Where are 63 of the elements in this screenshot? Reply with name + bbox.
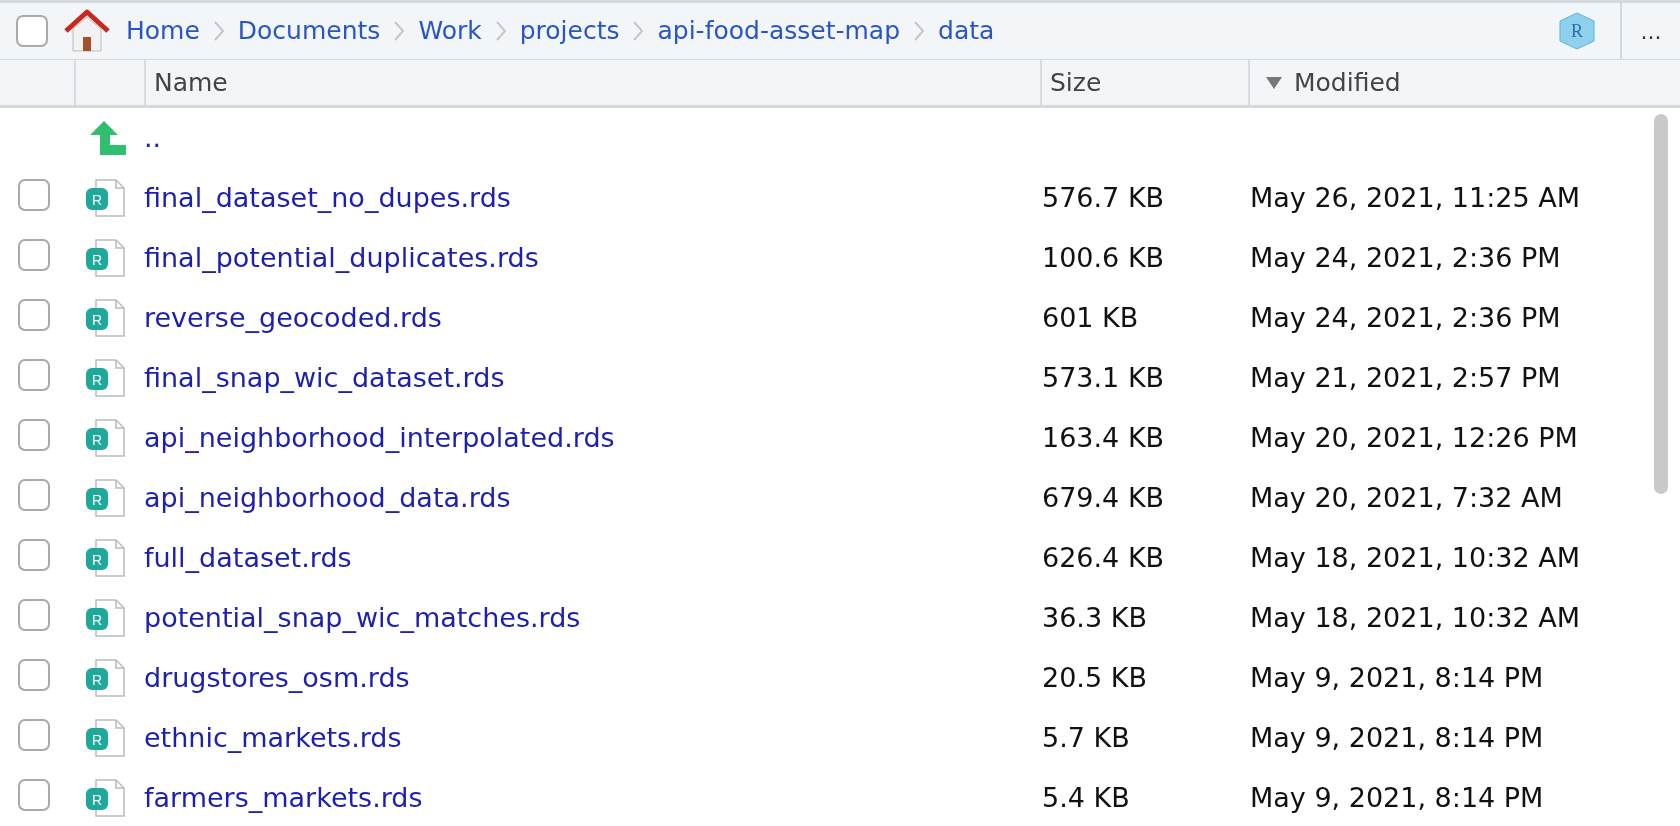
file-size: 5.7 KB (1042, 721, 1130, 753)
modified-date: May 21, 2021, 2:57 PM (1250, 360, 1561, 395)
breadcrumb-link[interactable]: projects (519, 12, 620, 50)
checkbox[interactable] (18, 358, 50, 391)
breadcrumb-link[interactable]: Documents (237, 12, 381, 50)
file-name-link[interactable]: drugstores_osm.rds (144, 661, 410, 693)
house-icon[interactable] (64, 9, 110, 53)
file-name-link[interactable]: ethnic_markets.rds (144, 721, 402, 753)
file-name-link[interactable]: final_snap_wic_dataset.rds (144, 361, 505, 393)
file-name-link[interactable]: final_potential_duplicates.rds (144, 241, 539, 273)
up-arrow-icon[interactable] (90, 121, 128, 155)
checkbox[interactable] (16, 15, 48, 47)
file-name-link[interactable]: final_dataset_no_dupes.rds (144, 181, 511, 213)
file-size: 573.1 KB (1042, 361, 1165, 393)
file-name-link[interactable]: api_neighborhood_data.rds (144, 481, 511, 513)
checkbox[interactable] (18, 478, 50, 511)
checkbox[interactable] (18, 238, 50, 271)
modified-date: May 24, 2021, 2:36 PM (1250, 300, 1561, 335)
file-size: 163.4 KB (1042, 421, 1165, 453)
chevron-icon (631, 19, 646, 43)
checkbox[interactable] (18, 538, 50, 571)
file-size: 576.7 KB (1042, 181, 1165, 213)
checkbox[interactable] (18, 778, 50, 811)
checkbox[interactable] (18, 298, 50, 331)
file-size: 679.4 KB (1042, 481, 1165, 513)
checkbox[interactable] (18, 418, 50, 451)
breadcrumb-link[interactable]: data (938, 12, 995, 50)
checkbox[interactable] (18, 598, 50, 631)
file-size: 601 KB (1042, 301, 1139, 333)
modified-date: May 18, 2021, 10:32 AM (1250, 540, 1580, 575)
checkbox[interactable] (18, 178, 50, 211)
file-size: 100.6 KB (1042, 241, 1165, 273)
chevron-icon (392, 19, 407, 43)
breadcrumb-link[interactable]: Work (418, 12, 482, 50)
file-name-link[interactable]: full_dataset.rds (144, 541, 352, 573)
parent-folder-link[interactable]: .. (144, 117, 162, 159)
chevron-icon (211, 19, 226, 43)
column-header[interactable]: Name (144, 60, 1040, 105)
file-name-link[interactable]: farmers_markets.rds (144, 781, 423, 813)
modified-date: May 9, 2021, 8:14 PM (1250, 780, 1544, 815)
modified-date: May 9, 2021, 8:14 PM (1250, 660, 1544, 695)
modified-date: May 9, 2021, 8:14 PM (1250, 720, 1544, 755)
modified-date: May 24, 2021, 2:36 PM (1250, 240, 1561, 275)
modified-date: May 26, 2021, 11:25 AM (1250, 180, 1580, 215)
chevron-icon (912, 19, 927, 43)
file-size: 5.4 KB (1042, 781, 1130, 813)
modified-date: May 18, 2021, 10:32 AM (1250, 600, 1580, 635)
breadcrumb-link[interactable]: api-food-asset-map (657, 12, 901, 50)
column-header[interactable]: Size (1040, 60, 1248, 105)
file-name-link[interactable]: reverse_geocoded.rds (144, 301, 442, 333)
file-size: 626.4 KB (1042, 541, 1165, 573)
checkbox[interactable] (18, 718, 50, 751)
file-size: 20.5 KB (1042, 661, 1147, 693)
checkbox[interactable] (18, 658, 50, 691)
chevron-icon (493, 19, 508, 43)
file-size: 36.3 KB (1042, 601, 1147, 633)
file-name-link[interactable]: api_neighborhood_interpolated.rds (144, 421, 615, 453)
scrollbar[interactable] (1654, 114, 1668, 494)
modified-date: May 20, 2021, 12:26 PM (1250, 420, 1578, 455)
file-name-link[interactable]: potential_snap_wic_matches.rds (144, 601, 581, 633)
column-header[interactable]: Modified (1248, 60, 1680, 105)
modified-date: May 20, 2021, 7:32 AM (1250, 480, 1563, 515)
breadcrumb-link[interactable]: Home (126, 12, 200, 50)
